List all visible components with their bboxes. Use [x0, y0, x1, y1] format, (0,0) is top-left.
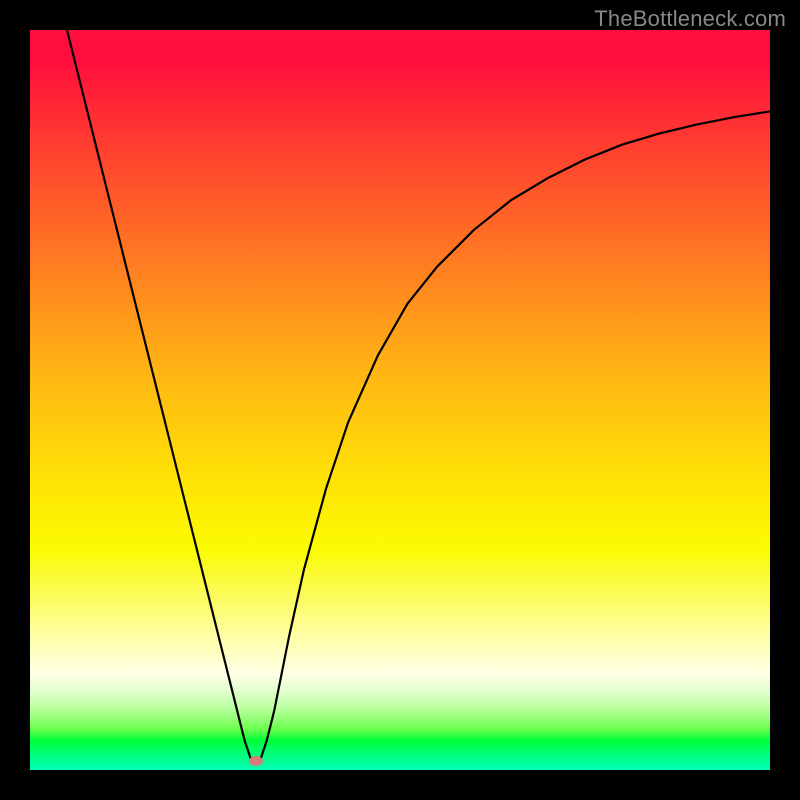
chart-frame: TheBottleneck.com — [0, 0, 800, 800]
watermark-text: TheBottleneck.com — [594, 6, 786, 32]
bottleneck-curve — [30, 30, 770, 770]
optimal-marker-icon — [249, 756, 263, 766]
plot-area — [30, 30, 770, 770]
